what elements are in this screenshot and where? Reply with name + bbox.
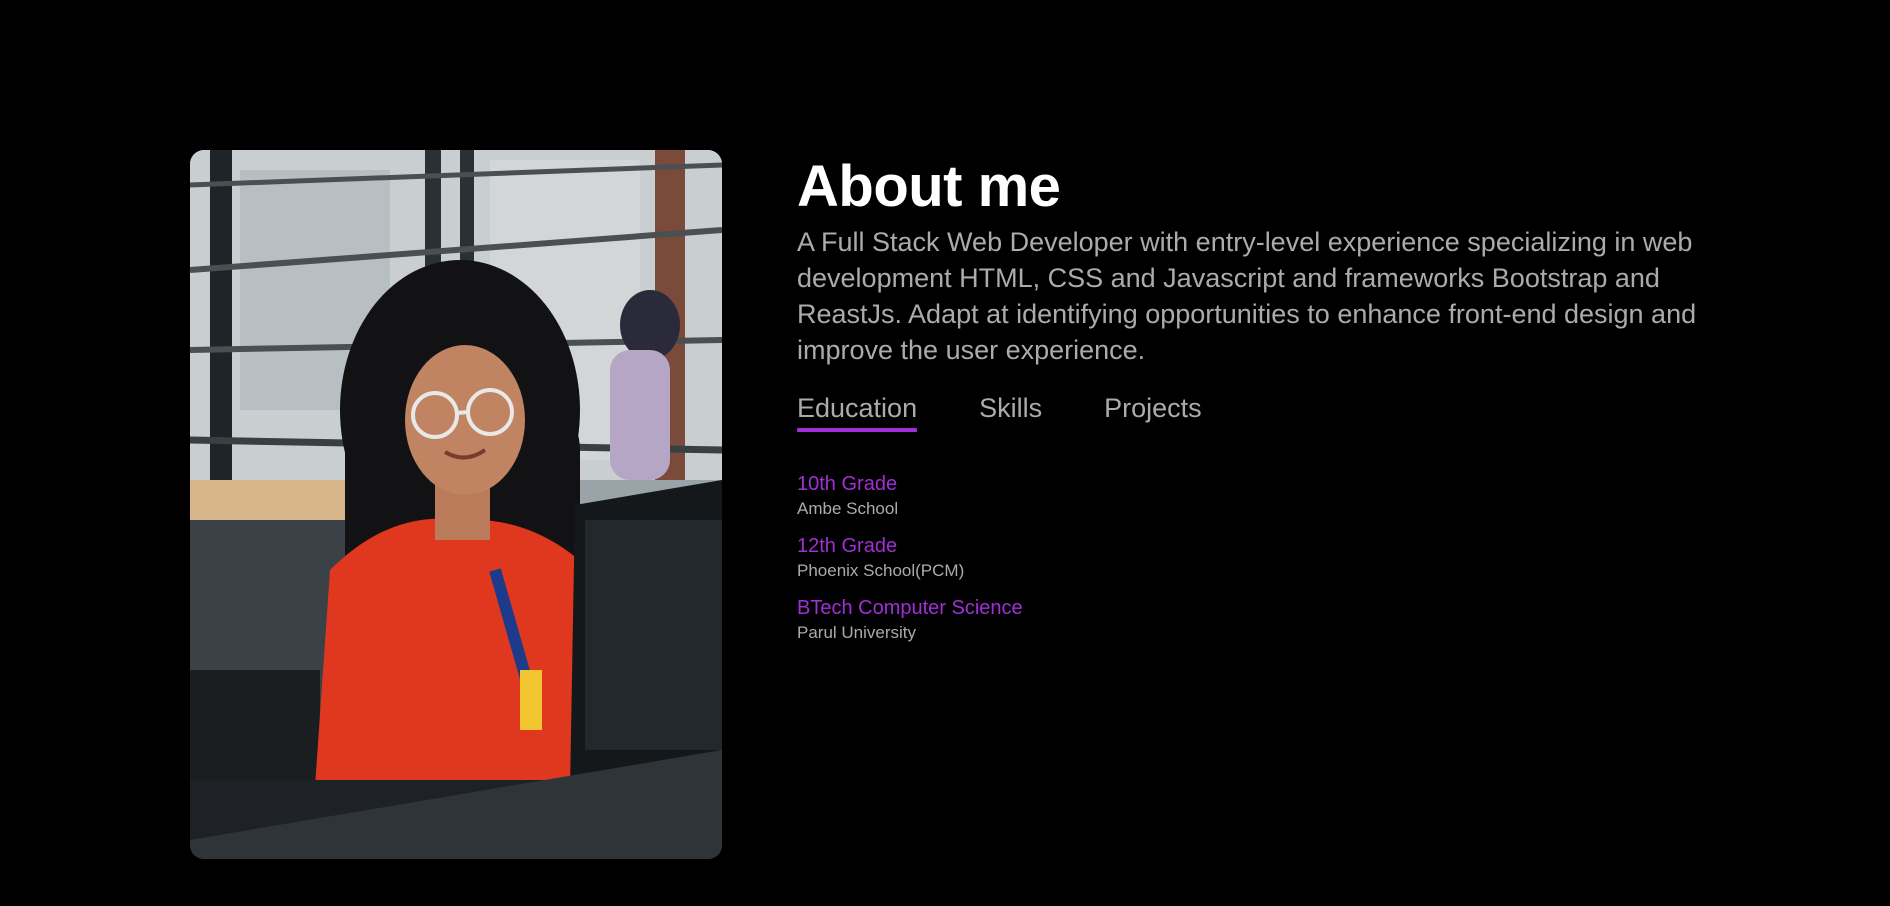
list-item: 12th Grade Phoenix School(PCM) (797, 534, 1727, 584)
education-degree: BTech Computer Science (797, 597, 1023, 619)
list-item: BTech Computer Science Parul University (797, 596, 1727, 646)
education-degree: 12th Grade (797, 535, 898, 557)
about-description: A Full Stack Web Developer with entry-le… (797, 227, 1697, 365)
tab-bar: Education Skills Projects (797, 390, 1727, 432)
education-list: 10th Grade Ambe School 12th Grade Phoeni… (797, 472, 1727, 646)
education-school: Parul University (797, 623, 917, 642)
education-school: Ambe School (797, 499, 899, 518)
about-section: About me A Full Stack Web Developer with… (797, 150, 1727, 658)
tab-skills[interactable]: Skills (979, 390, 1042, 432)
tab-education[interactable]: Education (797, 390, 918, 432)
education-degree: 10th Grade (797, 473, 898, 495)
page-title: About me (797, 154, 1061, 219)
tab-projects[interactable]: Projects (1104, 390, 1202, 432)
profile-photo (190, 150, 722, 859)
list-item: 10th Grade Ambe School (797, 472, 1727, 522)
education-school: Phoenix School(PCM) (797, 561, 965, 580)
